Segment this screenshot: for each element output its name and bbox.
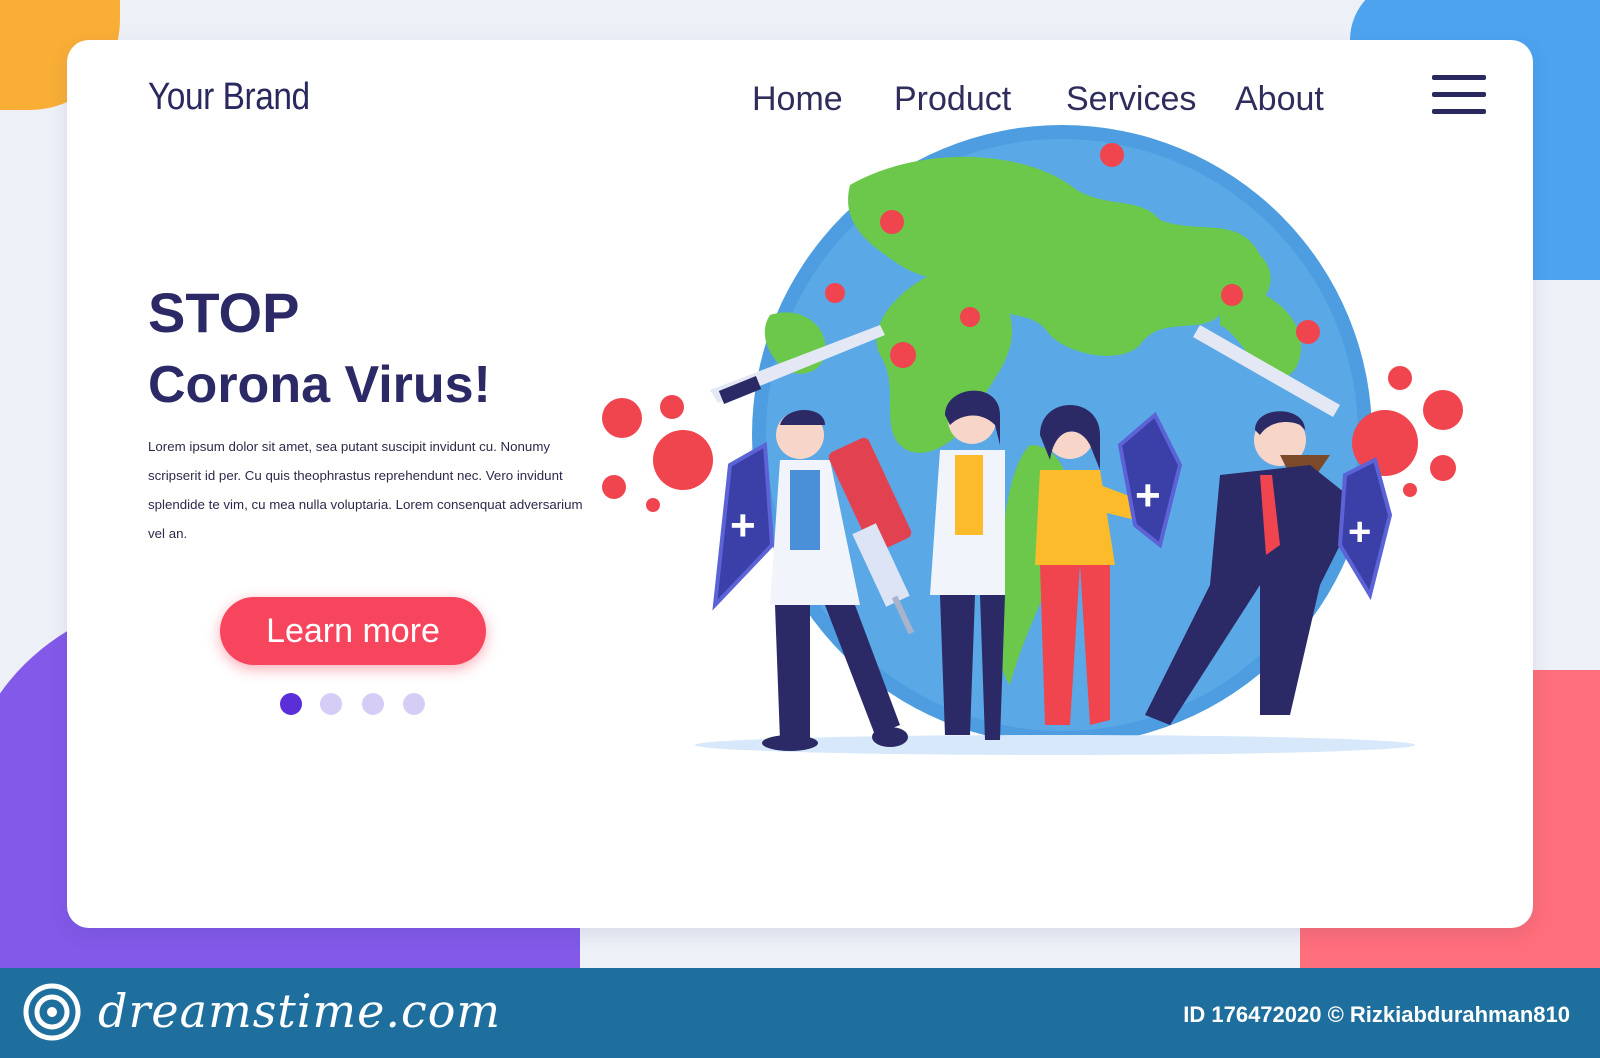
hero-illustration: + + + bbox=[602, 125, 1463, 755]
svg-text:+: + bbox=[730, 501, 756, 550]
svg-text:+: + bbox=[1135, 471, 1161, 520]
hamburger-menu-icon[interactable] bbox=[1432, 75, 1486, 115]
svg-text:+: + bbox=[1348, 510, 1371, 554]
carousel-dot-3[interactable] bbox=[362, 693, 384, 715]
hero-title-line2: Corona Virus! bbox=[148, 356, 491, 414]
nav-link-about[interactable]: About bbox=[1235, 80, 1324, 119]
watermark-site: dreamstime.com bbox=[98, 984, 502, 1038]
dreamstime-logo-icon bbox=[23, 983, 81, 1041]
watermark-footer: dreamstime.com ID 176472020 © Rizkiabdur… bbox=[0, 968, 1600, 1058]
brand-logo-text[interactable]: Your Brand bbox=[148, 76, 310, 119]
nav-link-home[interactable]: Home bbox=[752, 80, 843, 119]
carousel-dot-4[interactable] bbox=[403, 693, 425, 715]
learn-more-button[interactable]: Learn more bbox=[220, 597, 486, 665]
carousel-dot-2[interactable] bbox=[320, 693, 342, 715]
nav-link-product[interactable]: Product bbox=[894, 80, 1011, 119]
hero-title-line1: STOP bbox=[148, 281, 300, 344]
carousel-dot-1[interactable] bbox=[280, 693, 302, 715]
watermark-image-id: ID 176472020 © Rizkiabdurahman810 bbox=[1183, 1002, 1570, 1027]
nav-link-services[interactable]: Services bbox=[1066, 80, 1196, 119]
hero-description: Lorem ipsum dolor sit amet, sea putant s… bbox=[148, 439, 583, 541]
